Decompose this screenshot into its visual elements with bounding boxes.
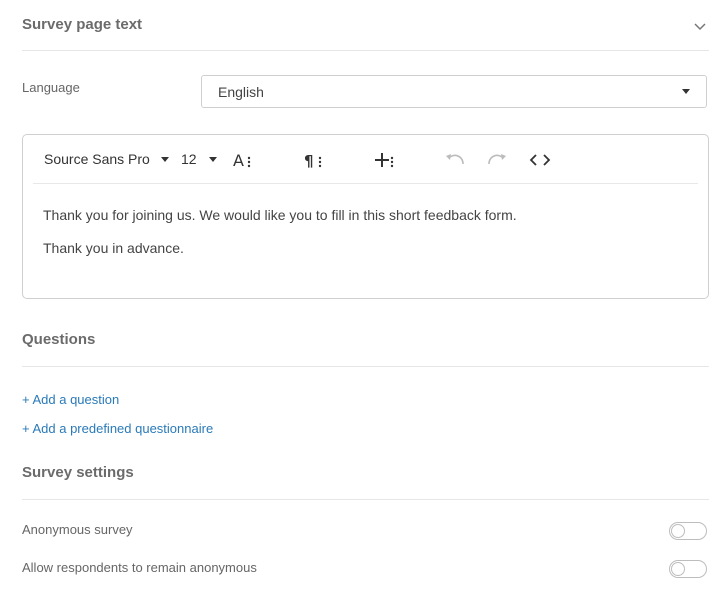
paragraph-format-icon[interactable]: ¶: [304, 151, 324, 169]
dropdown-caret-icon: [682, 89, 690, 94]
svg-text:A: A: [233, 151, 244, 169]
section-title-questions: Questions: [22, 331, 96, 348]
chevron-down-icon[interactable]: [692, 18, 708, 34]
section-title-survey-page-text: Survey page text: [22, 16, 143, 33]
language-label: Language: [22, 80, 80, 95]
language-select-value: English: [218, 84, 264, 100]
editor-paragraph[interactable]: Thank you for joining us. We would like …: [43, 207, 517, 223]
insert-plus-icon[interactable]: [374, 151, 396, 169]
add-question-link[interactable]: + Add a question: [22, 392, 119, 407]
allow-anonymous-label: Allow respondents to remain anonymous: [22, 560, 257, 575]
toggle-knob: [671, 562, 685, 576]
code-view-icon[interactable]: [529, 152, 551, 168]
divider: [22, 50, 709, 51]
font-style-icon[interactable]: A: [233, 151, 253, 169]
anonymous-survey-toggle[interactable]: [669, 522, 707, 540]
toggle-knob: [671, 524, 685, 538]
allow-anonymous-toggle[interactable]: [669, 560, 707, 578]
redo-icon[interactable]: [486, 152, 508, 168]
rich-text-editor[interactable]: Source Sans Pro 12 A ¶ Thank you for joi…: [22, 134, 709, 299]
svg-text:¶: ¶: [304, 152, 314, 169]
font-family-select[interactable]: Source Sans Pro: [44, 151, 150, 167]
font-family-caret-icon[interactable]: [161, 157, 169, 162]
editor-paragraph[interactable]: Thank you in advance.: [43, 240, 184, 256]
add-predefined-questionnaire-link[interactable]: + Add a predefined questionnaire: [22, 421, 213, 436]
section-title-survey-settings: Survey settings: [22, 464, 134, 481]
undo-icon[interactable]: [444, 152, 466, 168]
toolbar-divider: [33, 183, 698, 184]
divider: [22, 366, 709, 367]
font-size-select[interactable]: 12: [181, 151, 197, 167]
anonymous-survey-label: Anonymous survey: [22, 522, 133, 537]
divider: [22, 499, 709, 500]
language-select[interactable]: English: [201, 75, 707, 108]
font-size-caret-icon[interactable]: [209, 157, 217, 162]
